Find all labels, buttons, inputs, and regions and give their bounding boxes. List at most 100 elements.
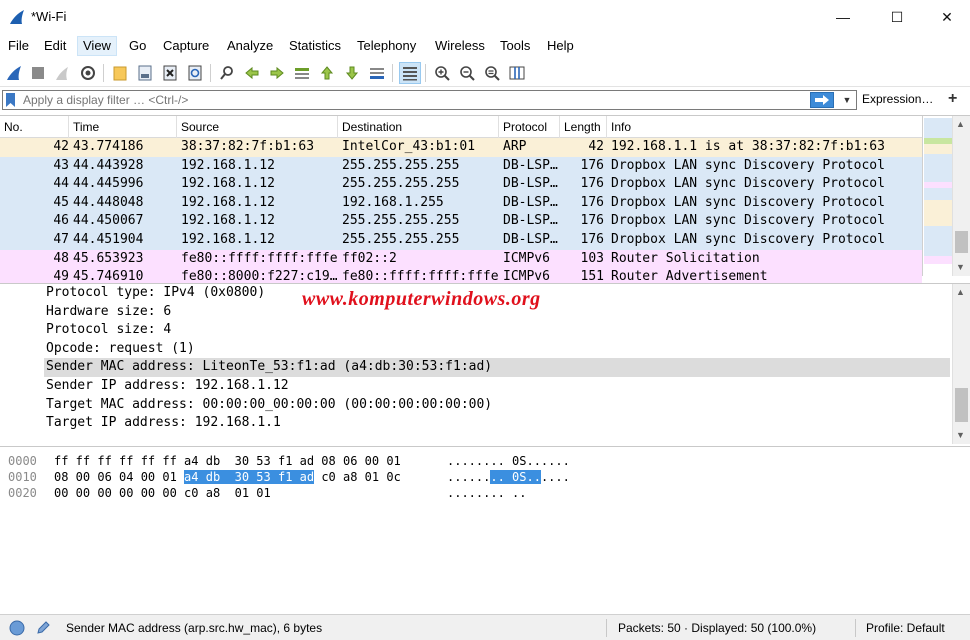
scroll-thumb[interactable] [955, 231, 968, 253]
minimap-stripe [924, 200, 952, 226]
col-time[interactable]: Time [69, 116, 177, 138]
ascii-row[interactable]: ........ 0S...... [447, 454, 570, 468]
maximize-button[interactable]: ☐ [874, 0, 920, 34]
menu-go[interactable]: Go [124, 36, 151, 56]
go-to-packet-button[interactable] [292, 63, 312, 83]
scroll-thumb[interactable] [955, 388, 968, 422]
arrow-up-icon [320, 66, 334, 80]
packet-cell-no: 47 [53, 232, 69, 247]
hex-row[interactable]: 00 00 00 00 00 00 c0 a8 01 01 [54, 486, 271, 500]
menu-tools[interactable]: Tools [495, 36, 535, 56]
packet-cell-source: 192.168.1.12 [181, 232, 275, 247]
first-packet-button[interactable] [317, 63, 337, 83]
col-length[interactable]: Length [560, 116, 607, 138]
scroll-up-icon[interactable]: ▲ [956, 119, 965, 129]
packet-row[interactable]: 43 44.443928 192.168.1.12 255.255.255.255 DB… [0, 156, 922, 176]
display-filter-input[interactable] [2, 90, 857, 110]
packet-cell-length: 42 [588, 139, 604, 154]
close-file-icon [163, 65, 177, 81]
packet-row[interactable]: 45 44.448048 192.168.1.12 192.168.1.255 DB-L… [0, 193, 922, 213]
colorize-button[interactable] [399, 62, 421, 84]
go-forward-button[interactable] [267, 63, 287, 83]
detail-opcode[interactable]: Opcode: request (1) [46, 340, 952, 359]
bookmark-icon[interactable] [6, 93, 15, 107]
menu-analyze[interactable]: Analyze [222, 36, 278, 56]
packet-row[interactable]: 44 44.445996 192.168.1.12 255.255.255.255 DB… [0, 175, 922, 194]
detail-target-mac[interactable]: Target MAC address: 00:00:00_00:00:00 (0… [46, 396, 952, 415]
ascii-row[interactable]: ........ 0S...... [447, 470, 570, 484]
edit-comment-icon[interactable] [35, 620, 51, 636]
ascii-row[interactable]: ........ .. [447, 486, 526, 500]
normal-size-button[interactable] [482, 63, 502, 83]
packet-cell-no: 44 [53, 176, 69, 192]
detail-sender-ip[interactable]: Sender IP address: 192.168.1.12 [46, 377, 952, 396]
hex-row[interactable]: ff ff ff ff ff ff a4 db 30 53 f1 ad 08 0… [54, 454, 401, 468]
autoscroll-icon [370, 68, 384, 79]
col-source[interactable]: Source [177, 116, 338, 138]
arrow-right-icon [270, 66, 284, 80]
capture-options-button[interactable] [78, 63, 98, 83]
packet-cell-protocol: DB-LSP… [503, 232, 558, 247]
expression-button[interactable]: Expression… [862, 92, 933, 106]
hex-selection[interactable]: a4 db 30 53 f1 ad [184, 470, 315, 484]
details-scrollbar[interactable]: ▲ ▼ [952, 284, 970, 444]
packet-row[interactable]: 46 44.450067 192.168.1.12 255.255.255.255 DB… [0, 212, 922, 231]
detail-sender-mac[interactable]: Sender MAC address: LiteonTe_53:f1:ad (a… [44, 358, 950, 377]
col-protocol[interactable]: Protocol [499, 116, 560, 138]
col-destination[interactable]: Destination [338, 116, 499, 138]
detail-protocol-size[interactable]: Protocol size: 4 [46, 321, 952, 340]
menu-telephony[interactable]: Telephony [352, 36, 421, 56]
packet-cell-protocol: DB-LSP… [503, 213, 558, 229]
menu-file[interactable]: File [3, 36, 34, 56]
zoom-in-button[interactable] [432, 63, 452, 83]
packet-row[interactable]: 48 45.653923 fe80::ffff:ffff:fffe ff02::2 IC… [0, 249, 922, 269]
reload-file-button[interactable] [185, 63, 205, 83]
find-packet-button[interactable] [217, 63, 237, 83]
open-file-button[interactable] [110, 63, 130, 83]
packet-minimap[interactable] [922, 116, 952, 276]
apply-filter-button[interactable] [810, 92, 834, 108]
save-file-icon [138, 65, 152, 81]
packet-details: Protocol type: IPv4 (0x0800) Hardware si… [0, 283, 970, 444]
col-no[interactable]: No. [0, 116, 69, 138]
menu-view[interactable]: View [77, 36, 117, 56]
col-info[interactable]: Info [607, 116, 922, 138]
packet-list-scrollbar[interactable]: ▲ ▼ [952, 116, 970, 276]
close-button[interactable]: ✕ [924, 0, 970, 34]
zoom-out-button[interactable] [457, 63, 477, 83]
packet-cell-info: Dropbox LAN sync Discovery Protocol [611, 176, 885, 192]
menu-edit[interactable]: Edit [39, 36, 71, 56]
hex-row[interactable]: 08 00 06 04 00 01 a4 db 30 53 f1 ad c0 a… [54, 470, 401, 484]
stop-capture-button[interactable] [28, 63, 48, 83]
status-profile[interactable]: Profile: Default [866, 621, 945, 635]
packet-cell-time: 44.443928 [73, 157, 144, 173]
scroll-down-icon[interactable]: ▼ [956, 262, 965, 272]
start-capture-button[interactable] [4, 63, 24, 83]
filter-history-dropdown[interactable]: ▼ [838, 92, 856, 108]
packet-cell-no: 43 [53, 157, 69, 173]
ascii-selection[interactable]: .. 0S.. [490, 470, 541, 484]
packet-cell-info: Router Solicitation [611, 250, 760, 266]
scroll-up-icon[interactable]: ▲ [956, 287, 965, 297]
menu-help[interactable]: Help [542, 36, 579, 56]
expert-info-icon[interactable] [9, 620, 25, 636]
menu-statistics[interactable]: Statistics [284, 36, 346, 56]
detail-target-ip[interactable]: Target IP address: 192.168.1.1 [46, 414, 952, 433]
menu-capture[interactable]: Capture [158, 36, 214, 56]
packet-row[interactable]: 47 44.451904 192.168.1.12 255.255.255.255 DB… [0, 231, 922, 250]
resize-columns-button[interactable] [507, 63, 527, 83]
scroll-down-icon[interactable]: ▼ [956, 430, 965, 440]
save-file-button[interactable] [135, 63, 155, 83]
restart-capture-button[interactable] [52, 63, 72, 83]
last-packet-button[interactable] [342, 63, 362, 83]
minimize-button[interactable]: — [820, 0, 866, 34]
menu-wireless[interactable]: Wireless [430, 36, 490, 56]
packet-cell-protocol: DB-LSP… [503, 157, 558, 173]
byte-offset: 0020 [8, 486, 37, 500]
close-file-button[interactable] [160, 63, 180, 83]
go-back-button[interactable] [242, 63, 262, 83]
packet-row[interactable]: 42 43.774186 38:37:82:7f:b1:63 IntelCor_43:… [0, 138, 922, 157]
autoscroll-button[interactable] [367, 63, 387, 83]
packet-list-header: No. Time Source Destination Protocol Len… [0, 116, 922, 138]
add-filter-button[interactable]: + [948, 90, 957, 108]
